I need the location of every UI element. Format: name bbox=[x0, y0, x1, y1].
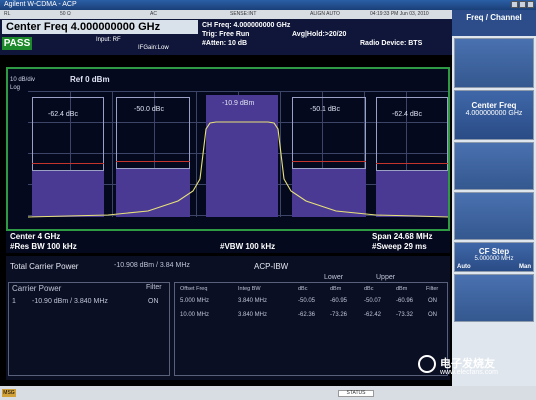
span-label: Span 24.68 MHz bbox=[372, 232, 433, 241]
center-freq-softkey-value: 4.000000000 GHz bbox=[465, 110, 523, 117]
col-upper-dbc: dBc bbox=[364, 286, 374, 292]
row2-filter: ON bbox=[428, 312, 437, 318]
center-label: Center 4 GHz bbox=[10, 232, 61, 241]
upper-header: Upper bbox=[376, 274, 396, 281]
row2-integ-bw: 3.840 MHz bbox=[238, 312, 268, 318]
if-gain-label: IFGain:Low bbox=[138, 45, 169, 51]
cf-step-auto[interactable]: Auto bbox=[457, 264, 471, 270]
res-bw-label: #Res BW 100 kHz bbox=[10, 242, 77, 251]
row1-lower-dbm: -60.95 bbox=[330, 298, 348, 304]
carrier-power-label: Carrier Power bbox=[12, 284, 62, 293]
minimize-button[interactable] bbox=[511, 1, 518, 8]
col-lower-dbc: dBc bbox=[298, 286, 308, 292]
row2-offset: 10.00 MHz bbox=[180, 312, 210, 318]
atten-label: #Atten: 10 dB bbox=[202, 40, 248, 47]
avg-hold-label: Avg|Hold:>20/20 bbox=[292, 31, 347, 38]
col-offset-freq: Offset Freq bbox=[180, 286, 208, 292]
row2-upper-dbm: -73.32 bbox=[396, 312, 414, 318]
radio-device-label: Radio Device: BTS bbox=[360, 40, 423, 47]
filter-header: Filter bbox=[146, 284, 162, 291]
row2-lower-dbc: -62.36 bbox=[298, 312, 316, 318]
status-indicator[interactable]: STATUS bbox=[338, 390, 374, 397]
carrier-power-table bbox=[8, 282, 170, 376]
cf-step-man[interactable]: Man bbox=[519, 264, 531, 270]
col-filter: Filter bbox=[426, 286, 439, 292]
cf-step-softkey-label: CF Step bbox=[478, 247, 510, 256]
row1-offset: 5.000 MHz bbox=[180, 298, 210, 304]
spectrum-trace bbox=[27, 121, 448, 218]
row1-integ-bw: 3.840 MHz bbox=[238, 298, 268, 304]
watermark: 电子发烧友 www.elecfans.com bbox=[418, 355, 530, 379]
col-lower-dbm: dBm bbox=[330, 286, 342, 292]
softkey-empty-4[interactable] bbox=[454, 274, 534, 322]
row2-lower-dbm: -73.26 bbox=[330, 312, 348, 318]
status-bar: MSG STATUS bbox=[0, 386, 536, 400]
results-panel: Total Carrier Power -10.908 dBm / 3.84 M… bbox=[6, 256, 450, 380]
status-coupling: AC bbox=[150, 11, 157, 17]
carrier-index: 1 bbox=[12, 298, 16, 305]
title-bar: Agilent W-CDMA - ACP bbox=[0, 0, 536, 10]
menu-title: Freq / Channel bbox=[452, 10, 536, 36]
row2-upper-dbc: -62.42 bbox=[364, 312, 382, 318]
center-freq-softkey[interactable]: Center Freq 4.000000000 GHz bbox=[454, 90, 534, 140]
lower-header: Lower bbox=[324, 274, 344, 281]
mode-label: ACP-IBW bbox=[254, 262, 289, 271]
status-datetime: 04:19:33 PM Jun 03, 2010 bbox=[370, 11, 429, 17]
status-rl: RL bbox=[4, 11, 11, 17]
plot-footer: Center 4 GHz Span 24.68 MHz #Res BW 100 … bbox=[6, 231, 450, 253]
col-upper-dbm: dBm bbox=[396, 286, 408, 292]
center-freq-softkey-label: Center Freq bbox=[471, 101, 517, 110]
sweep-label: #Sweep 29 ms bbox=[372, 242, 427, 251]
watermark-url: www.elecfans.com bbox=[440, 369, 498, 376]
status-impedance: 50 Ω bbox=[60, 11, 71, 17]
input-label: Input: RF bbox=[96, 37, 121, 43]
trig-label: Trig: Free Run bbox=[202, 31, 250, 38]
total-carrier-power-label: Total Carrier Power bbox=[10, 262, 79, 271]
status-row: RL 50 Ω AC SENSE:INT ALIGN AUTO 04:19:33… bbox=[0, 10, 452, 19]
status-align: ALIGN AUTO bbox=[310, 11, 340, 17]
cf-step-softkey[interactable]: CF Step 5.000000 MHz Auto Man bbox=[454, 242, 534, 272]
row1-upper-dbm: -60.96 bbox=[396, 298, 414, 304]
softkey-panel: Freq / Channel Center Freq 4.000000000 G… bbox=[452, 10, 536, 386]
softkey-empty-3[interactable] bbox=[454, 192, 534, 240]
msg-indicator[interactable]: MSG bbox=[2, 389, 16, 397]
softkey-empty-1[interactable] bbox=[454, 38, 534, 88]
maximize-button[interactable] bbox=[519, 1, 526, 8]
measurement-header: Center Freq 4.000000000 GHz PASS Input: … bbox=[0, 19, 452, 55]
carrier-power-value: -10.90 dBm / 3.840 MHz bbox=[32, 298, 108, 305]
offset-table bbox=[174, 282, 448, 376]
row1-lower-dbc: -50.05 bbox=[298, 298, 316, 304]
total-carrier-power-value: -10.908 dBm / 3.84 MHz bbox=[114, 262, 190, 269]
carrier-filter-value: ON bbox=[148, 298, 159, 305]
center-freq-readout[interactable]: Center Freq 4.000000000 GHz bbox=[2, 20, 198, 34]
window-title: Agilent W-CDMA - ACP bbox=[4, 1, 77, 8]
col-integ-bw: Integ BW bbox=[238, 286, 261, 292]
close-button[interactable] bbox=[527, 1, 534, 8]
spectrum-plot[interactable]: 10 dB/div Log Ref 0 dBm -62.4 dBc -50.0 … bbox=[6, 67, 450, 231]
softkey-empty-2[interactable] bbox=[454, 142, 534, 190]
status-sense: SENSE:INT bbox=[230, 11, 257, 17]
row1-upper-dbc: -50.07 bbox=[364, 298, 382, 304]
pass-badge: PASS bbox=[2, 37, 32, 50]
watermark-logo-icon bbox=[418, 355, 436, 373]
ch-freq-label: CH Freq: 4.000000000 GHz bbox=[202, 22, 291, 29]
vbw-label: #VBW 100 kHz bbox=[220, 242, 276, 251]
cf-step-softkey-value: 5.000000 MHz bbox=[474, 256, 514, 262]
row1-filter: ON bbox=[428, 298, 437, 304]
